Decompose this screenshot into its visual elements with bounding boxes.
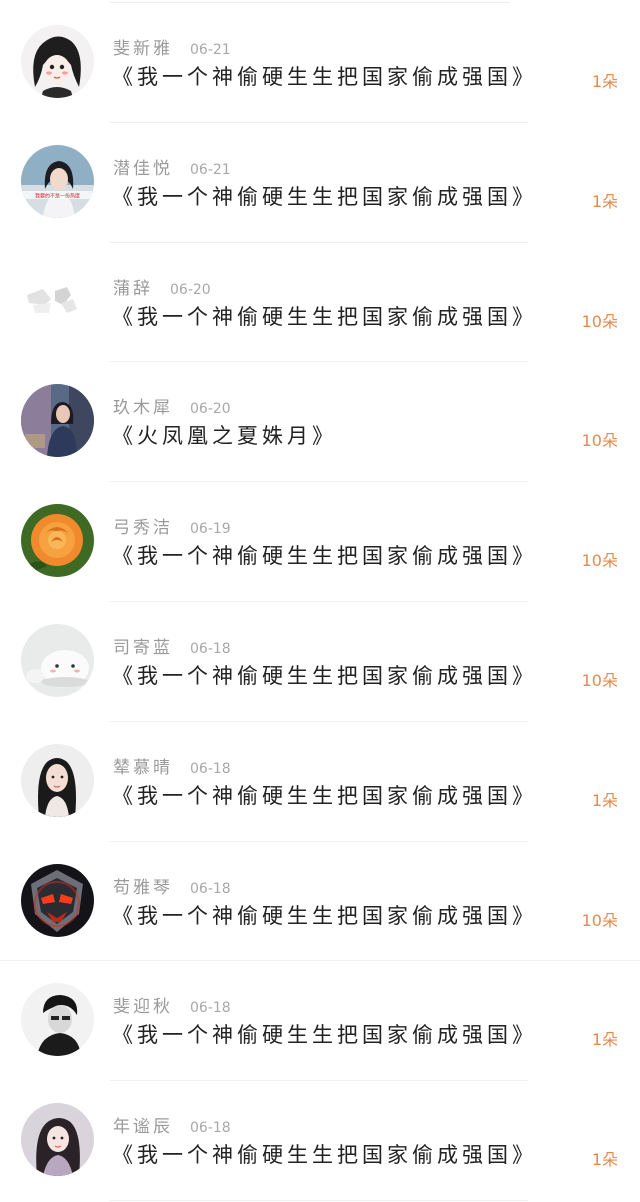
gift-count: 10朵: [581, 670, 618, 690]
item-meta: 年谧辰 06-18: [113, 1112, 231, 1137]
girl-photo-avatar[interactable]: 我要的不是一份热度: [21, 144, 94, 218]
red-mask-avatar[interactable]: [21, 863, 94, 937]
gift-count: 1朵: [591, 72, 618, 91]
book-title[interactable]: 《我一个神偷硬生生把国家偷成强国》: [112, 900, 537, 930]
girl-selfie-avatar[interactable]: [21, 1103, 94, 1177]
gift-count: 1朵: [591, 1030, 618, 1050]
item-meta: 辇慕晴 06-18: [113, 753, 231, 778]
white-mochi-avatar[interactable]: [21, 623, 94, 697]
book-title[interactable]: 《我一个神偷硬生生把国家偷成强国》: [112, 660, 537, 690]
list-item[interactable]: 司寄蓝 06-18 《我一个神偷硬生生把国家偷成强国》 10朵: [0, 602, 640, 722]
gift-count: 10朵: [581, 910, 618, 930]
gift-date: 06-21: [190, 161, 231, 178]
gift-date: 06-18: [190, 1000, 231, 1017]
user-name[interactable]: 斐迎秋: [113, 992, 173, 1017]
gift-date: 06-18: [190, 640, 231, 657]
list-item[interactable]: 年谧辰 06-18 《我一个神偷硬生生把国家偷成强国》 1朵: [0, 1081, 640, 1201]
gift-count: 10朵: [581, 431, 618, 451]
book-title[interactable]: 《我一个神偷硬生生把国家偷成强国》: [112, 61, 537, 91]
list-item[interactable]: 蒲辞 06-20 《我一个神偷硬生生把国家偷成强国》 10朵: [0, 243, 640, 363]
cartoon-girl-avatar[interactable]: [21, 25, 94, 98]
woman-photo-avatar[interactable]: [21, 384, 94, 458]
list-item[interactable]: 辇慕晴 06-18 《我一个神偷硬生生把国家偷成强国》 1朵: [0, 722, 640, 842]
list-item[interactable]: 弓秀洁 06-19 《我一个神偷硬生生把国家偷成强国》 10朵: [0, 482, 640, 602]
book-title[interactable]: 《我一个神偷硬生生把国家偷成强国》: [112, 301, 537, 331]
gift-date: 06-19: [190, 521, 231, 538]
gift-count: 1朵: [591, 191, 618, 211]
user-name[interactable]: 潜佳悦: [113, 154, 173, 179]
user-name[interactable]: 弓秀洁: [113, 513, 173, 538]
user-name[interactable]: 玖木犀: [113, 393, 173, 418]
user-name[interactable]: 蒲辞: [113, 274, 153, 299]
list-item[interactable]: 苟雅琴 06-18 《我一个神偷硬生生把国家偷成强国》 10朵: [0, 842, 640, 962]
user-name[interactable]: 苟雅琴: [113, 873, 173, 898]
item-meta: 玖木犀 06-20: [113, 393, 231, 418]
user-name[interactable]: 辇慕晴: [113, 753, 173, 778]
gift-date: 06-18: [190, 760, 231, 777]
book-title[interactable]: 《我一个神偷硬生生把国家偷成强国》: [112, 540, 537, 570]
gift-count: 1朵: [591, 790, 618, 810]
gift-count: 1朵: [591, 1150, 618, 1170]
list-item[interactable]: 玖木犀 06-20 《火凤凰之夏姝月》 10朵: [0, 362, 640, 483]
avatar-caption: 我要的不是一份热度: [35, 192, 80, 199]
user-name[interactable]: 司寄蓝: [113, 633, 173, 658]
orange-rose-avatar[interactable]: [21, 504, 94, 578]
faded-sketch-avatar[interactable]: [21, 264, 94, 338]
item-meta: 斐迎秋 06-18: [113, 992, 231, 1017]
gift-count: 10朵: [581, 311, 618, 331]
list-item[interactable]: 斐新雅 06-21 《我一个神偷硬生生把国家偷成强国》 1朵: [0, 3, 640, 123]
user-name[interactable]: 斐新雅: [113, 34, 173, 59]
item-meta: 司寄蓝 06-18: [113, 633, 231, 658]
girl-portrait-avatar[interactable]: [21, 743, 94, 817]
gift-date: 06-20: [170, 281, 211, 298]
book-title[interactable]: 《我一个神偷硬生生把国家偷成强国》: [112, 1019, 537, 1049]
gift-date: 06-18: [190, 1120, 231, 1137]
item-meta: 弓秀洁 06-19: [113, 513, 231, 538]
book-title[interactable]: 《我一个神偷硬生生把国家偷成强国》: [112, 1139, 537, 1169]
user-name[interactable]: 年谧辰: [113, 1112, 173, 1137]
gift-count: 10朵: [581, 551, 618, 571]
item-meta: 潜佳悦 06-21: [113, 154, 231, 179]
book-title[interactable]: 《我一个神偷硬生生把国家偷成强国》: [112, 780, 537, 810]
bw-boy-avatar[interactable]: [21, 983, 94, 1057]
gift-date: 06-20: [190, 401, 231, 418]
book-title[interactable]: 《火凤凰之夏姝月》: [112, 420, 337, 450]
item-meta: 斐新雅 06-21: [113, 34, 231, 59]
gift-date: 06-21: [190, 42, 231, 58]
list-item[interactable]: 我要的不是一份热度 潜佳悦 06-21 《我一个神偷硬生生把国家偷成强国》 1朵: [0, 123, 640, 243]
gift-record-list: 斐新雅 06-21 《我一个神偷硬生生把国家偷成强国》 1朵 我要的不是一份热度…: [0, 3, 640, 1201]
item-meta: 蒲辞 06-20: [113, 274, 211, 299]
book-title[interactable]: 《我一个神偷硬生生把国家偷成强国》: [112, 181, 537, 211]
gift-date: 06-18: [190, 880, 231, 897]
list-item[interactable]: 斐迎秋 06-18 《我一个神偷硬生生把国家偷成强国》 1朵: [0, 961, 640, 1082]
item-meta: 苟雅琴 06-18: [113, 873, 231, 898]
divider: [110, 1199, 528, 1201]
